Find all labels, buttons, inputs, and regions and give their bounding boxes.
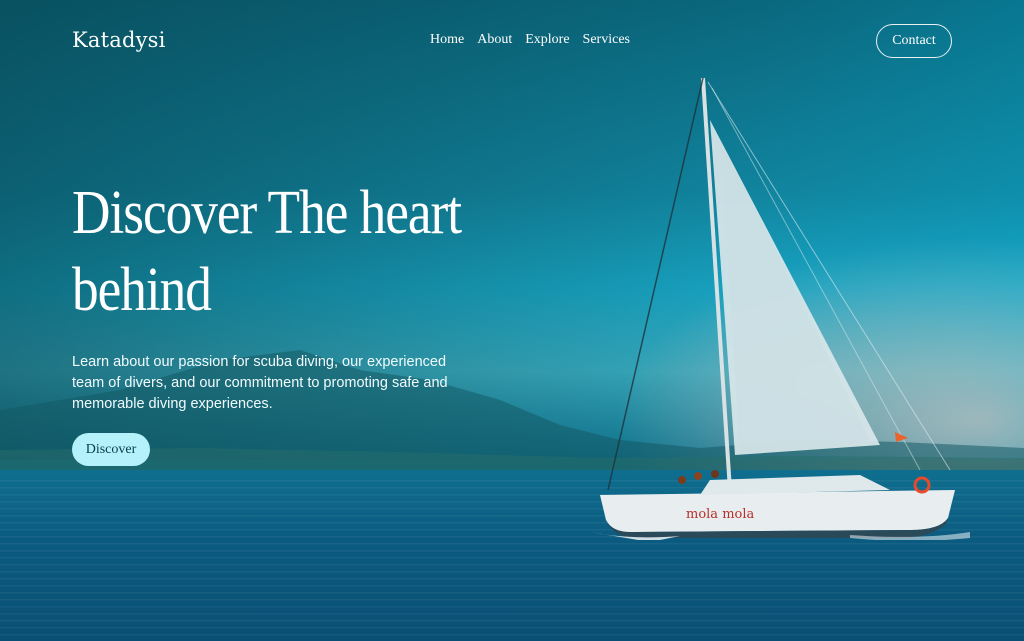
hero-section: mola mola Katadysi Home About Explore Se… (0, 0, 1024, 641)
contact-button[interactable]: Contact (876, 24, 952, 58)
hero-headline: Discover The heart behind (72, 175, 468, 329)
hero-description: Learn about our passion for scuba diving… (72, 354, 448, 412)
headline-line-2: behind (72, 256, 212, 324)
nav-link-services[interactable]: Services (583, 32, 630, 48)
boat-name-label: mola mola (686, 507, 755, 522)
nav-link-about[interactable]: About (477, 32, 512, 48)
sailboat-image: mola mola (590, 77, 970, 540)
nav-link-explore[interactable]: Explore (525, 32, 569, 48)
nav-link-home[interactable]: Home (430, 32, 464, 48)
headline-line-1: Discover The heart (72, 179, 462, 247)
brand-logo[interactable]: Katadysi (72, 28, 166, 52)
discover-button[interactable]: Discover (72, 433, 150, 466)
nav-links: Home About Explore Services (430, 32, 630, 48)
top-navigation: Katadysi Home About Explore Services Con… (0, 0, 1024, 82)
